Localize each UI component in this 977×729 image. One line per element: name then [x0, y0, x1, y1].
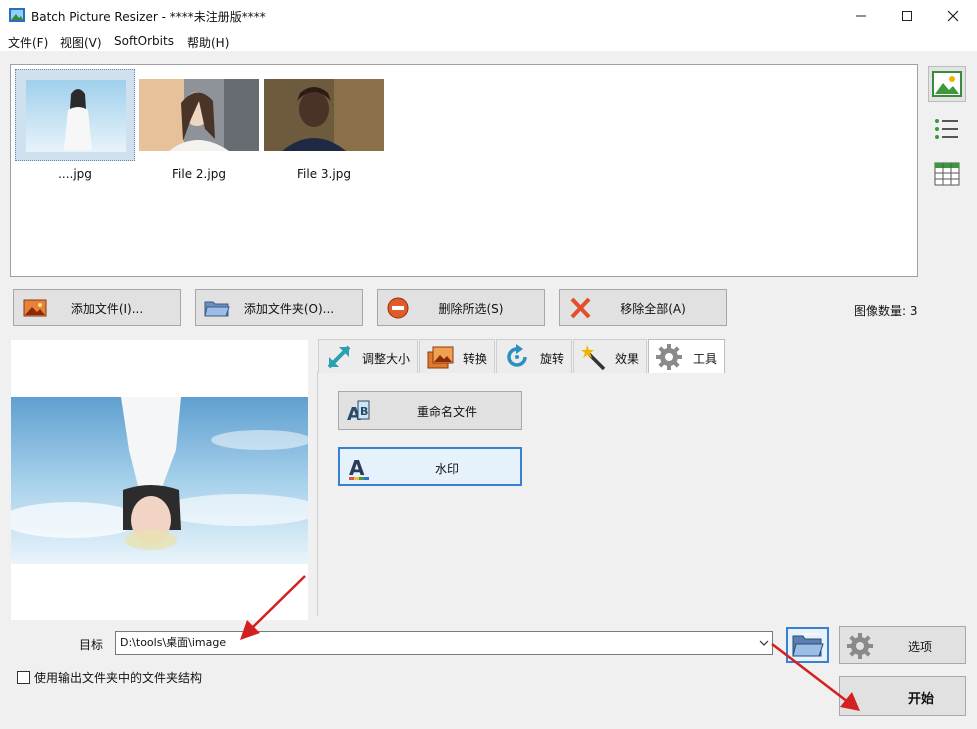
thumbnail-2-image [139, 79, 259, 151]
rotate-icon [507, 344, 527, 367]
close-button[interactable] [930, 0, 976, 31]
minimize-icon [856, 15, 866, 16]
add-file-label: 添加文件(I)... [70, 302, 144, 316]
delete-selected-button[interactable]: 删除所选(S) [377, 289, 545, 326]
maximize-button[interactable] [884, 0, 930, 31]
thumbnail-2[interactable] [139, 79, 259, 151]
add-folder-button[interactable]: 添加文件夹(O)... [195, 289, 363, 326]
grid-view-icon [934, 162, 960, 186]
rename-files-button[interactable]: A B 重命名文件 [338, 391, 522, 430]
watermark-button[interactable]: A 水印 [338, 447, 522, 486]
delete-selected-label: 删除所选(S) [438, 302, 504, 316]
tab-convert[interactable]: 转换 [419, 339, 495, 373]
menu-view[interactable]: 视图(V) [60, 34, 102, 51]
convert-icon [427, 346, 454, 369]
watermark-label: 水印 [434, 462, 459, 476]
menu-help[interactable]: 帮助(H) [187, 34, 229, 51]
tab-effects[interactable]: 效果 [573, 339, 647, 373]
tools-gear-icon [656, 344, 682, 370]
keep-folder-structure-checkbox[interactable] [17, 671, 30, 684]
folder-open-icon [791, 633, 824, 657]
list-view-icon [935, 119, 958, 139]
tab-rotate[interactable]: 旋转 [496, 339, 572, 373]
menu-file[interactable]: 文件(F) [8, 34, 48, 51]
minimize-button[interactable] [838, 0, 884, 31]
image-count: 图像数量: 3 [854, 304, 918, 318]
thumbnail-panel[interactable]: ....jpg File 2.jpg File 3.jpg [10, 64, 918, 277]
maximize-icon [902, 10, 912, 21]
window-title: Batch Picture Resizer - ****未注册版**** [31, 10, 266, 24]
destination-label: 目标 [79, 638, 104, 652]
browse-folder-button[interactable] [786, 627, 829, 663]
keep-folder-structure-option[interactable]: 使用输出文件夹中的文件夹结构 [17, 669, 202, 686]
start-label: 开始 [908, 692, 935, 707]
start-button[interactable]: 开始 [839, 676, 966, 716]
tab-resize-label: 调整大小 [361, 352, 410, 366]
remove-all-label: 移除全部(A) [620, 302, 686, 316]
grid-view-button[interactable] [928, 156, 966, 192]
destination-dropdown[interactable] [756, 632, 772, 654]
thumbnail-view-icon [932, 71, 962, 97]
destination-input[interactable]: D:\tools\桌面\image [115, 631, 773, 655]
thumbnail-1-image [26, 80, 126, 152]
tab-tools-label: 工具 [692, 352, 717, 366]
thumbnail-view-button[interactable] [928, 66, 966, 102]
add-file-button[interactable]: 添加文件(I)... [13, 289, 181, 326]
app-icon [9, 8, 25, 22]
rename-files-label: 重命名文件 [416, 405, 477, 419]
chevron-down-icon [759, 640, 769, 646]
resize-icon [327, 345, 351, 369]
options-button[interactable]: 选项 [839, 626, 966, 664]
add-folder-label: 添加文件夹(O)... [243, 302, 335, 316]
thumbnail-3-image [264, 79, 384, 151]
keep-folder-structure-label: 使用输出文件夹中的文件夹结构 [34, 671, 203, 685]
title-bar: Batch Picture Resizer - ****未注册版**** [0, 0, 977, 31]
list-view-button[interactable] [928, 111, 966, 147]
tab-tools[interactable]: 工具 [648, 339, 725, 373]
thumbnail-3-label: File 3.jpg [297, 167, 351, 181]
tab-rotate-label: 旋转 [539, 352, 564, 366]
effects-wand-icon [581, 345, 606, 371]
thumbnail-3[interactable] [264, 79, 384, 151]
thumbnail-2-label: File 2.jpg [172, 167, 226, 181]
menu-softorbits[interactable]: SoftOrbits [114, 34, 174, 48]
menu-bar: 文件(F) 视图(V) SoftOrbits 帮助(H) [0, 31, 977, 51]
options-label: 选项 [908, 640, 933, 654]
options-gear-icon [847, 633, 873, 659]
close-icon [947, 10, 959, 21]
preview-image [1, 397, 321, 564]
thumbnail-1-label: ....jpg [58, 167, 92, 181]
tab-effects-label: 效果 [614, 352, 639, 366]
tab-resize[interactable]: 调整大小 [318, 339, 418, 373]
tab-convert-label: 转换 [462, 352, 487, 366]
thumbnail-1[interactable] [15, 69, 135, 161]
remove-all-button[interactable]: 移除全部(A) [559, 289, 727, 326]
image-preview [1, 340, 321, 620]
